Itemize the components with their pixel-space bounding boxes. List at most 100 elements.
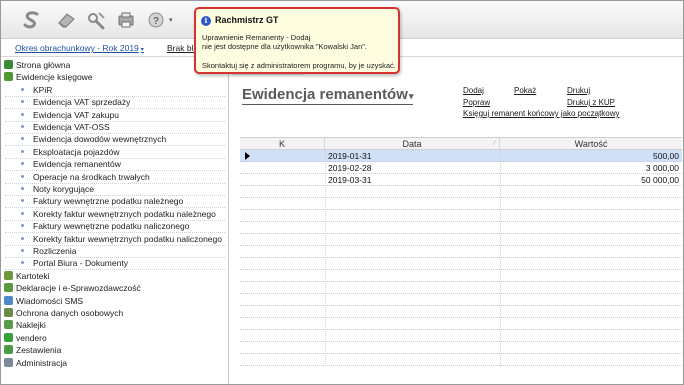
column-divider bbox=[325, 150, 326, 366]
eraser-icon[interactable] bbox=[55, 10, 77, 30]
sidebar-item-ewidencja-vat-zakupu[interactable]: Ewidencja VAT zakupu bbox=[21, 109, 119, 121]
logo-s-icon[interactable] bbox=[21, 10, 43, 30]
sidebar-item-label: Faktury wewnętrzne podatku należnego bbox=[33, 196, 184, 207]
title-dropdown-caret[interactable]: ▾ bbox=[409, 91, 414, 101]
sidebar-item-label: Ewidencja remanentów bbox=[33, 159, 121, 170]
sidebar-item-label: Naklejki bbox=[16, 320, 46, 331]
brak-link[interactable]: Brak blo bbox=[167, 43, 197, 53]
sidebar-item-ewidencja-remanentow[interactable]: Ewidencja remanentów bbox=[21, 158, 121, 170]
add-link[interactable]: Dodaj bbox=[463, 86, 484, 95]
table-row[interactable] bbox=[240, 342, 682, 354]
sidebar-item-rozliczenia[interactable]: Rozliczenia bbox=[21, 245, 76, 257]
show-link[interactable]: Pokaż bbox=[514, 86, 536, 95]
sidebar-item-vendero[interactable]: vendero bbox=[4, 332, 47, 344]
table-row[interactable] bbox=[240, 246, 682, 258]
sidebar-item-label: Zestawienia bbox=[16, 345, 62, 356]
page-title[interactable]: Ewidencja remanentów▾ bbox=[242, 86, 414, 105]
table-row[interactable] bbox=[240, 294, 682, 306]
sidebar-item-zestawienia[interactable]: Zestawienia bbox=[4, 344, 61, 356]
tooltip-line: Skontaktuj się z administratorem program… bbox=[202, 61, 396, 70]
cards-icon bbox=[4, 270, 13, 280]
tooltip-title: Rachmistrz GT bbox=[215, 15, 279, 25]
bullet-icon bbox=[21, 187, 24, 190]
column-header-wartosc[interactable]: Wartość bbox=[500, 138, 682, 150]
table-row[interactable]: 2019-01-31 500,00 bbox=[240, 150, 682, 162]
sidebar-item-label: Wiadomości SMS bbox=[16, 295, 84, 306]
print-kup-link[interactable]: Drukuj z KUP bbox=[567, 98, 615, 107]
help-icon[interactable]: ? bbox=[145, 10, 167, 30]
cell-wartosc: 500,00 bbox=[653, 151, 679, 161]
sidebar-item-ochrona-danych-osobowych[interactable]: Ochrona danych osobowych bbox=[4, 307, 123, 319]
sidebar-item-operacje-na-srodkach-trwalych[interactable]: Operacje na środkach trwałych bbox=[21, 171, 150, 183]
cell-wartosc: 3 000,00 bbox=[645, 163, 679, 173]
sidebar-item-ewidencja-vat-sprzedazy[interactable]: Ewidencja VAT sprzedaży bbox=[21, 96, 130, 108]
sidebar-item-label: Ewidencja VAT sprzedaży bbox=[33, 97, 131, 108]
sidebar-item-deklaracje-i-e-sprawozdawczosc[interactable]: Deklaracje i e-Sprawozdawczość bbox=[4, 282, 141, 294]
sidebar-item-label: Deklaracje i e-Sprawozdawczość bbox=[16, 283, 141, 294]
grid-header: K Data ⁄ Wartość bbox=[240, 137, 682, 150]
sidebar-item-label: Eksploatacja pojazdów bbox=[33, 146, 120, 157]
sidebar-item-faktury-wewnetrzne-podatku-naliczonego[interactable]: Faktury wewnętrzne podatku naliczonego bbox=[21, 220, 189, 232]
table-row[interactable]: 2019-03-31 50 000,00 bbox=[240, 174, 682, 186]
sidebar-item-kartoteki[interactable]: Kartoteki bbox=[4, 270, 50, 282]
sidebar-item-korekty-faktur-wewnetrznych-podatku-naliczonego[interactable]: Korekty faktur wewnętrznych podatku nali… bbox=[21, 233, 222, 245]
sidebar-item-label: Strona główna bbox=[16, 60, 71, 70]
column-header-k[interactable]: K bbox=[240, 138, 325, 150]
table-row[interactable] bbox=[240, 186, 682, 198]
sidebar-item-naklejki[interactable]: Naklejki bbox=[4, 319, 46, 331]
printer-icon[interactable] bbox=[115, 10, 137, 30]
print-link[interactable]: Drukuj bbox=[567, 86, 590, 95]
tooltip-line: nie jest dostępne dla użytkownika "Kowal… bbox=[202, 42, 367, 51]
bullet-icon bbox=[21, 261, 24, 265]
sidebar-item-portal-biura-dokumenty[interactable]: Portal Biura - Dokumenty bbox=[21, 257, 128, 269]
bullet-icon bbox=[21, 149, 24, 153]
sidebar-item-administracja[interactable]: Administracja bbox=[4, 357, 67, 369]
sidebar-item-wiadomosci-sms[interactable]: Wiadomości SMS bbox=[4, 295, 83, 307]
sidebar-item-label: Ochrona danych osobowych bbox=[16, 308, 124, 318]
tools-icon[interactable] bbox=[85, 10, 107, 30]
sidebar-item-label: Ewidencja VAT zakupu bbox=[33, 109, 119, 120]
sidebar-item-eksploatacja-pojazdow[interactable]: Eksploatacja pojazdów bbox=[21, 146, 119, 158]
table-row[interactable]: 2019-02-28 3 000,00 bbox=[240, 162, 682, 174]
sidebar-item-label: Faktury wewnętrzne podatku naliczonego bbox=[33, 221, 190, 232]
sidebar-item-noty-korygujace[interactable]: Noty korygujące bbox=[21, 183, 94, 195]
shield-icon bbox=[4, 308, 13, 317]
post-closing-stock-link[interactable]: Księguj remanent końcowy jako początkowy bbox=[463, 109, 620, 118]
table-row[interactable] bbox=[240, 210, 682, 222]
period-selector[interactable]: Okres obrachunkowy - Rok 2019 ▾ bbox=[15, 43, 144, 53]
table-row[interactable] bbox=[240, 270, 682, 282]
help-dropdown-caret[interactable]: ▾ bbox=[169, 16, 173, 24]
sidebar-item-label: Korekty faktur wewnętrznych podatku nale… bbox=[33, 208, 216, 219]
table-row[interactable] bbox=[240, 318, 682, 330]
cell-data: 2019-02-28 bbox=[328, 163, 372, 173]
edit-link[interactable]: Popraw bbox=[463, 98, 490, 107]
bullet-icon bbox=[21, 199, 24, 203]
info-icon: i bbox=[201, 16, 211, 26]
sidebar-item-ewidencja-vat-oss[interactable]: Ewidencja VAT-OSS bbox=[21, 121, 110, 133]
sidebar-item-ewidencja-dowodow-wewnetrznych[interactable]: Ewidencja dowodów wewnętrznych bbox=[21, 133, 166, 145]
bullet-icon bbox=[21, 112, 24, 116]
row-selector-icon bbox=[245, 152, 250, 160]
sidebar-item-strona-glowna[interactable]: Strona główna bbox=[4, 59, 70, 71]
sidebar-item-label: vendero bbox=[16, 332, 47, 343]
bullet-icon bbox=[21, 137, 24, 141]
sidebar-item-label: Noty korygujące bbox=[33, 184, 94, 194]
column-header-data[interactable]: Data ⁄ bbox=[325, 138, 500, 150]
permission-tooltip: i Rachmistrz GT Uprawnienie Remanenty - … bbox=[194, 7, 400, 74]
table-row[interactable] bbox=[240, 330, 682, 342]
table-row[interactable] bbox=[240, 282, 682, 294]
table-row[interactable] bbox=[240, 234, 682, 246]
sidebar-item-korekty-faktur-wewnetrznych-podatku-naleznego[interactable]: Korekty faktur wewnętrznych podatku nale… bbox=[21, 208, 216, 220]
sidebar-item-kpir[interactable]: KPiR bbox=[21, 84, 52, 96]
table-row[interactable] bbox=[240, 222, 682, 234]
sidebar-item-label: KPiR bbox=[33, 84, 53, 95]
sidebar-item-label: Kartoteki bbox=[16, 270, 50, 281]
report-icon bbox=[4, 345, 13, 355]
table-row[interactable] bbox=[240, 258, 682, 270]
svg-text:?: ? bbox=[153, 16, 159, 27]
table-row[interactable] bbox=[240, 306, 682, 318]
sidebar-item-faktury-wewnetrzne-podatku-naleznego[interactable]: Faktury wewnętrzne podatku należnego bbox=[21, 195, 183, 207]
table-row[interactable] bbox=[240, 354, 682, 366]
table-row[interactable] bbox=[240, 198, 682, 210]
sidebar-item-ewidencje-ksiegowe[interactable]: Ewidencje księgowe bbox=[4, 71, 93, 83]
